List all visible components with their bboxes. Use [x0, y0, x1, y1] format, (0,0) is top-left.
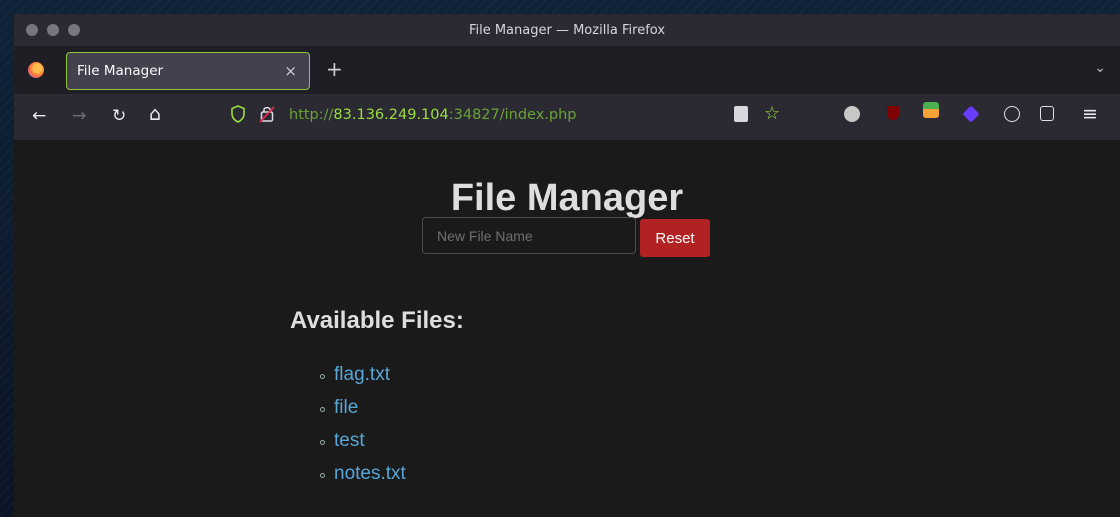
close-window-button[interactable] — [26, 24, 38, 36]
burp-extension-icon[interactable] — [923, 102, 939, 118]
available-files-heading: Available Files: — [290, 307, 464, 334]
bullet-icon — [320, 472, 325, 478]
list-item: notes.txt — [320, 457, 406, 490]
file-link[interactable]: test — [334, 430, 365, 452]
page-content: File Manager Reset Available Files: flag… — [14, 140, 1120, 517]
tab-close-icon[interactable]: × — [284, 62, 297, 80]
new-tab-button[interactable]: + — [326, 57, 343, 81]
url-path: :34827/index.php — [448, 107, 577, 123]
url-host: 83.136.249.104 — [333, 107, 449, 123]
tab-label: File Manager — [77, 63, 164, 79]
list-item: flag.txt — [320, 358, 406, 391]
url-bar[interactable]: http://83.136.249.104:34827/index.php — [289, 107, 577, 123]
chevron-down-icon[interactable]: ⌄ — [1094, 60, 1106, 76]
ublock-icon[interactable] — [887, 106, 899, 120]
bullet-icon — [320, 373, 325, 379]
file-link[interactable]: file — [334, 397, 358, 419]
shield-icon[interactable] — [230, 104, 246, 124]
new-file-name-input[interactable] — [422, 217, 636, 254]
bookmark-star-icon[interactable]: ☆ — [764, 103, 780, 125]
list-item: test — [320, 424, 406, 457]
extension-fox-icon[interactable] — [844, 106, 860, 122]
diamond-extension-icon[interactable] — [962, 105, 980, 123]
window-controls — [26, 24, 80, 36]
window-title: File Manager — Mozilla Firefox — [468, 22, 666, 38]
page-title: File Manager — [450, 177, 684, 219]
maximize-window-button[interactable] — [68, 24, 80, 36]
cookie-icon[interactable] — [1004, 106, 1020, 122]
browser-window: File Manager — Mozilla Firefox File Mana… — [14, 14, 1120, 517]
reload-button[interactable]: ↻ — [112, 105, 126, 127]
navigation-toolbar: ← → ↻ ⌂ http://83.136.249.104:34827/inde… — [14, 94, 1120, 140]
file-link[interactable]: flag.txt — [334, 364, 390, 386]
home-button[interactable]: ⌂ — [149, 103, 161, 125]
extensions-puzzle-icon[interactable] — [1040, 106, 1054, 121]
file-list: flag.txt file test notes.txt — [320, 358, 406, 490]
back-button[interactable]: ← — [32, 105, 46, 127]
bullet-icon — [320, 439, 325, 445]
tab-bar: File Manager × + ⌄ — [14, 46, 1120, 94]
reader-view-icon[interactable] — [734, 106, 748, 122]
reset-button[interactable]: Reset — [640, 219, 710, 257]
insecure-lock-icon[interactable] — [259, 104, 275, 124]
bullet-icon — [320, 406, 325, 412]
forward-button[interactable]: → — [72, 105, 86, 127]
title-bar: File Manager — Mozilla Firefox — [14, 14, 1120, 46]
file-link[interactable]: notes.txt — [334, 463, 406, 485]
tab-file-manager[interactable]: File Manager × — [66, 52, 310, 90]
firefox-icon — [28, 62, 44, 78]
minimize-window-button[interactable] — [47, 24, 59, 36]
url-scheme: http:// — [289, 107, 334, 123]
list-item: file — [320, 391, 406, 424]
menu-icon[interactable]: ≡ — [1082, 103, 1098, 125]
